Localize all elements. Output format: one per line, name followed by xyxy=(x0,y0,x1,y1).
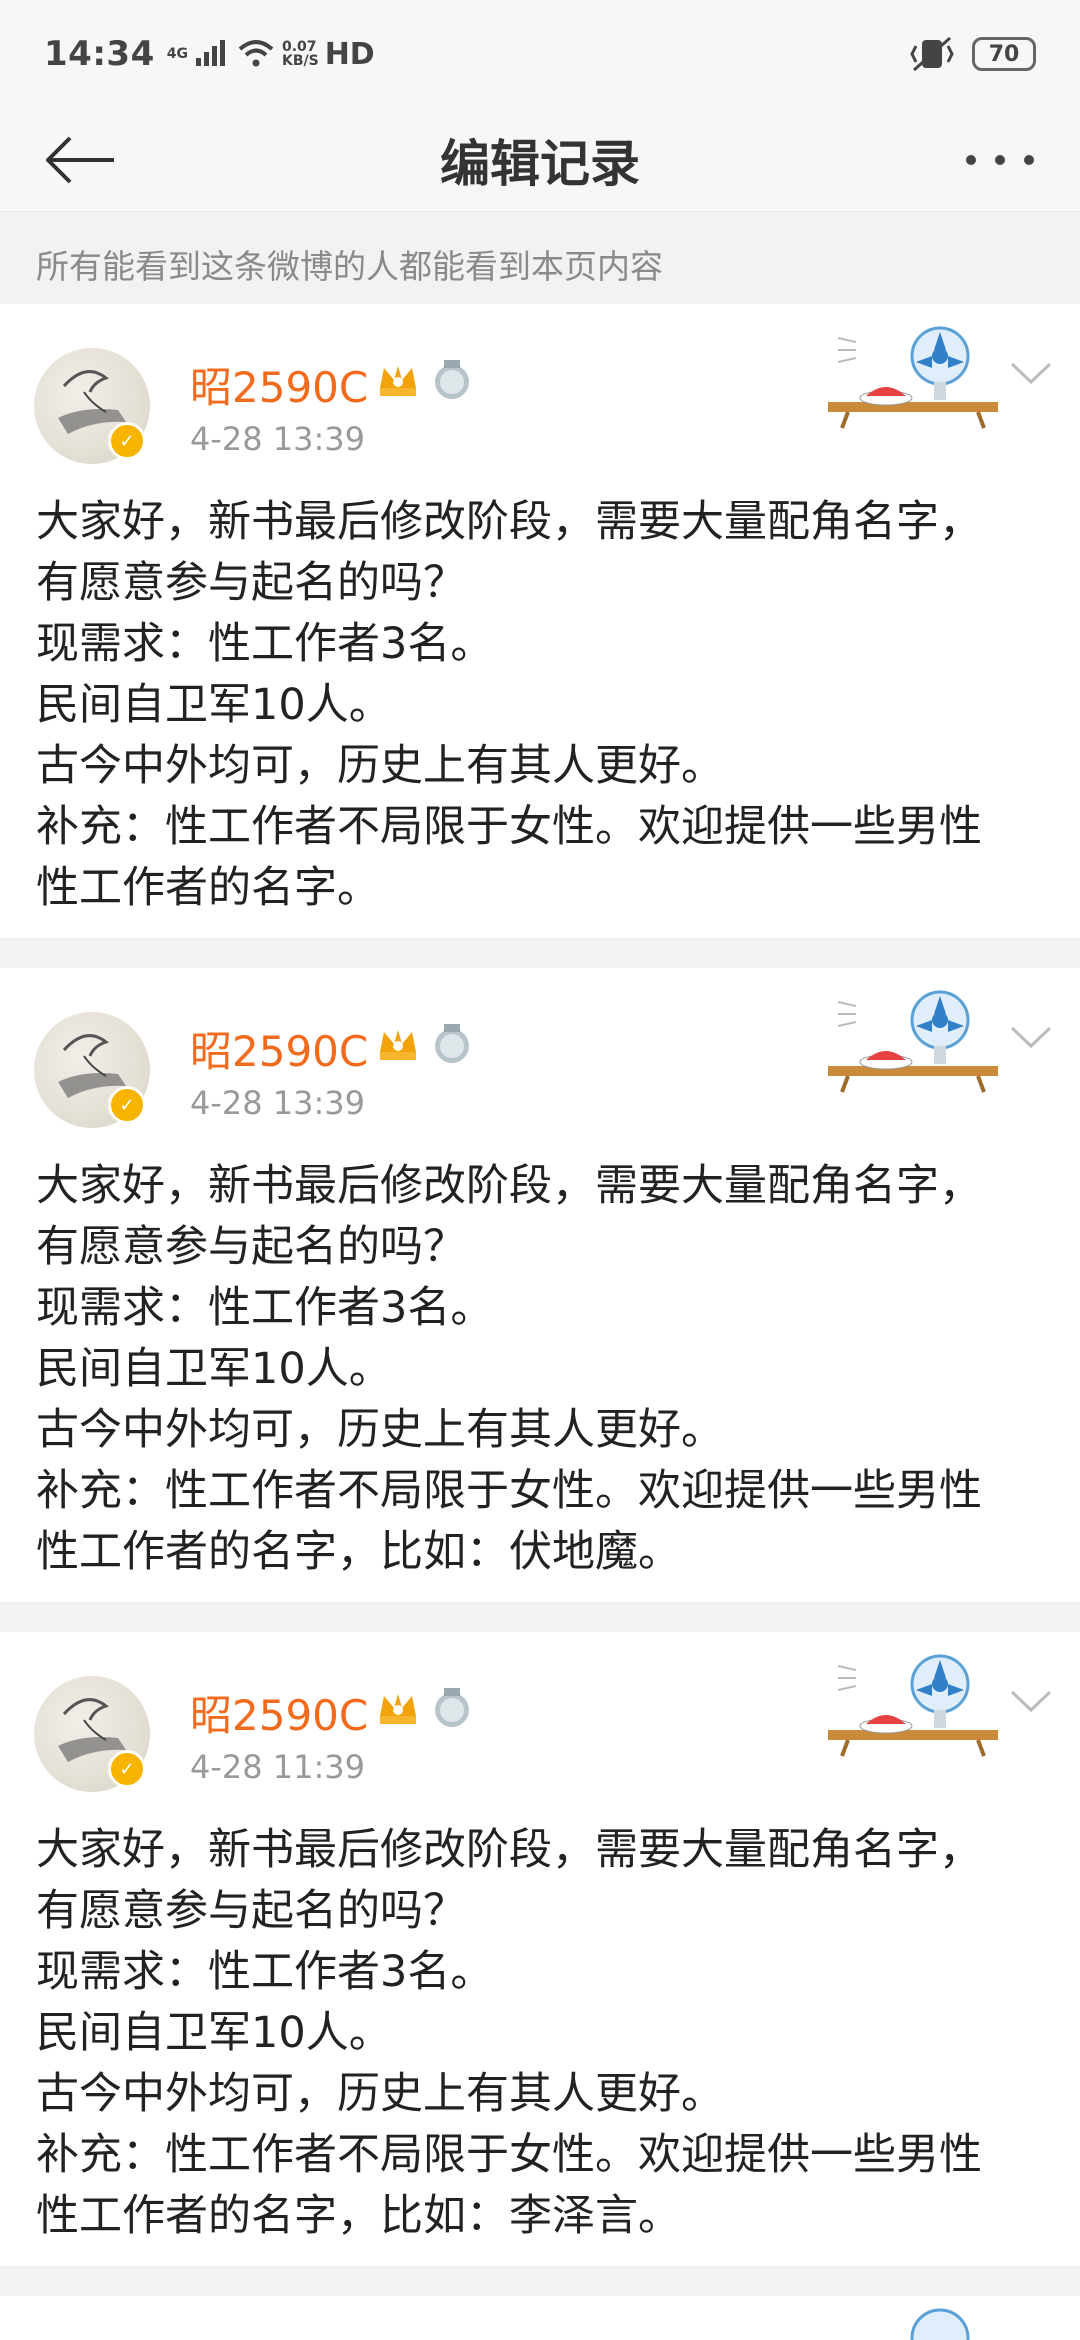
content-line: 补充：性工作者不局限于女性。欢迎提供一些男性 xyxy=(36,802,982,852)
fan-decor-icon xyxy=(828,1654,998,1757)
battery-indicator: 70 xyxy=(972,37,1036,71)
network-speed: 0.07 KB/S xyxy=(282,40,319,68)
more-dots-icon xyxy=(966,155,1034,165)
page-title: 编辑记录 xyxy=(440,134,640,193)
status-right: 70 xyxy=(910,34,1036,74)
username[interactable]: 昭2590C xyxy=(190,354,368,415)
fan-decor-icon xyxy=(910,2308,970,2340)
content-line: 补充：性工作者不局限于女性。欢迎提供一些男性 xyxy=(36,2130,982,2180)
content-line: 性工作者的名字，比如：伏地魔。 xyxy=(36,1527,681,1577)
medal-icon xyxy=(435,1024,469,1063)
content-line: 有愿意参与起名的吗？ xyxy=(36,558,466,608)
app-root: 14:34 4G 0.07 KB/S HD 70 编辑记录 所有能看到这条微博的… xyxy=(0,0,1080,2340)
verified-icon: ✓ xyxy=(108,1750,146,1788)
network-type: 4G xyxy=(166,46,188,62)
verified-icon: ✓ xyxy=(108,422,146,460)
verified-icon: ✓ xyxy=(108,1086,146,1124)
content-line: 民间自卫军10人。 xyxy=(36,680,392,730)
post-content: 大家好，新书最后修改阶段，需要大量配角名字， 有愿意参与起名的吗？ 现需求：性工… xyxy=(36,492,1048,919)
content-line: 古今中外均可，历史上有其人更好。 xyxy=(36,1405,724,1455)
content-line: 大家好，新书最后修改阶段，需要大量配角名字， xyxy=(36,1825,982,1875)
navigation-bar: 编辑记录 xyxy=(0,108,1080,212)
chevron-down-icon[interactable] xyxy=(1006,352,1056,392)
content-line: 古今中外均可，历史上有其人更好。 xyxy=(36,2069,724,2119)
fan-decor-icon xyxy=(828,326,998,429)
edit-record-card-partial xyxy=(0,2296,1080,2340)
signal-icon xyxy=(195,40,225,66)
more-button[interactable] xyxy=(960,130,1040,190)
edit-record-card: ✓ 昭2590C 4-28 13:39 大家好，新书最后修改阶段，需要大量配角名… xyxy=(0,304,1080,938)
post-time: 4-28 13:39 xyxy=(190,1084,366,1122)
vibrate-mute-icon xyxy=(910,36,954,72)
post-content: 大家好，新书最后修改阶段，需要大量配角名字， 有愿意参与起名的吗？ 现需求：性工… xyxy=(36,1820,1048,2247)
username[interactable]: 昭2590C xyxy=(190,1682,368,1743)
medal-icon xyxy=(435,360,469,399)
content-line: 有愿意参与起名的吗？ xyxy=(36,1886,466,1936)
post-time: 4-28 11:39 xyxy=(190,1748,366,1786)
speed-unit: KB/S xyxy=(281,53,319,69)
username[interactable]: 昭2590C xyxy=(190,1018,368,1079)
content-line: 现需求：性工作者3名。 xyxy=(36,619,494,669)
post-time: 4-28 13:39 xyxy=(190,420,366,458)
visibility-notice: 所有能看到这条微博的人都能看到本页内容 xyxy=(0,212,1080,304)
content-line: 大家好，新书最后修改阶段，需要大量配角名字， xyxy=(36,497,982,547)
content-line: 民间自卫军10人。 xyxy=(36,1344,392,1394)
edit-record-card: ✓ 昭2590C 4-28 11:39 大家好，新书最后修改阶段，需要大量配角名… xyxy=(0,1632,1080,2266)
content-line: 古今中外均可，历史上有其人更好。 xyxy=(36,741,724,791)
wifi-icon xyxy=(238,40,274,67)
content-line: 性工作者的名字，比如：李泽言。 xyxy=(36,2191,681,2241)
clock: 14:34 xyxy=(44,34,155,74)
edit-record-card: ✓ 昭2590C 4-28 13:39 大家好，新书最后修改阶段，需要大量配角名… xyxy=(0,968,1080,1602)
content-line: 民间自卫军10人。 xyxy=(36,2008,392,2058)
content-line: 大家好，新书最后修改阶段，需要大量配角名字， xyxy=(36,1161,982,1211)
crown-icon xyxy=(380,1694,416,1724)
status-left: 14:34 4G 0.07 KB/S HD xyxy=(44,34,375,74)
back-button[interactable] xyxy=(40,130,120,190)
back-arrow-icon xyxy=(46,136,114,184)
content-line: 现需求：性工作者3名。 xyxy=(36,1283,494,1333)
fan-decor-icon xyxy=(828,990,998,1093)
hd-indicator: HD xyxy=(324,36,375,72)
content-line: 补充：性工作者不局限于女性。欢迎提供一些男性 xyxy=(36,1466,982,1516)
status-bar: 14:34 4G 0.07 KB/S HD 70 xyxy=(0,0,1080,108)
crown-icon xyxy=(380,1030,416,1060)
chevron-down-icon[interactable] xyxy=(1006,1680,1056,1720)
post-content: 大家好，新书最后修改阶段，需要大量配角名字， 有愿意参与起名的吗？ 现需求：性工… xyxy=(36,1156,1048,1583)
crown-icon xyxy=(380,366,416,396)
speed-value: 0.07 xyxy=(281,39,317,55)
content-line: 有愿意参与起名的吗？ xyxy=(36,1222,466,1272)
chevron-down-icon[interactable] xyxy=(1006,1016,1056,1056)
content-line: 性工作者的名字。 xyxy=(36,863,380,913)
medal-icon xyxy=(435,1688,469,1727)
content-line: 现需求：性工作者3名。 xyxy=(36,1947,494,1997)
network-indicator: 4G 0.07 KB/S HD xyxy=(167,37,375,72)
